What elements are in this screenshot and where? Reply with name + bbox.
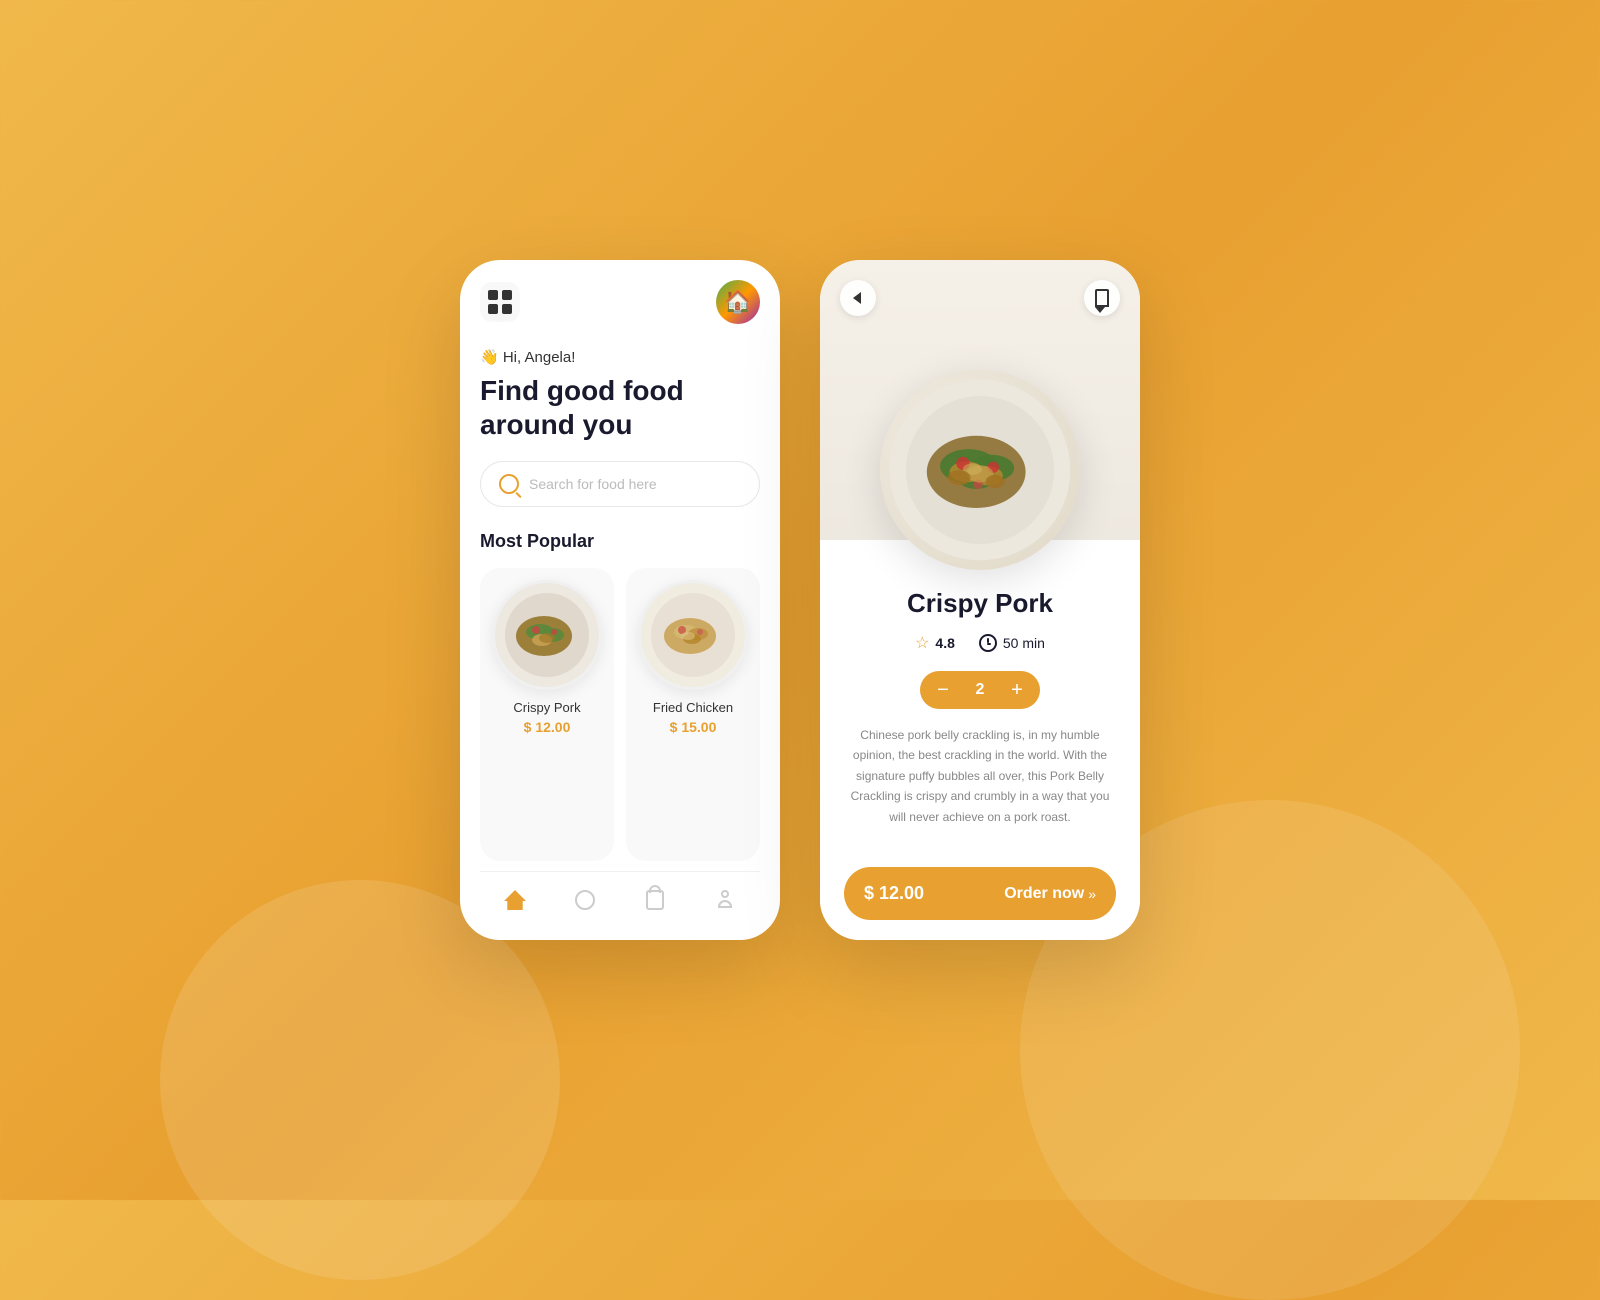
headline-text: Find good foodaround you [480,374,760,441]
bookmark-button[interactable] [1084,280,1120,316]
nav-profile[interactable] [705,884,745,916]
nav-bag[interactable] [635,884,675,916]
phone-1-header: 🏠 [480,280,760,324]
back-button[interactable] [840,280,876,316]
phone-2-top-bar [820,260,1140,316]
bag-shape [646,890,664,910]
profile-icon [713,888,737,912]
nav-home[interactable] [495,884,535,916]
grid-dot-4 [502,304,512,314]
food-plate-2 [638,580,748,690]
food-card-fried-chicken[interactable]: Fried Chicken $ 15.00 [626,568,760,861]
food-name-2: Fried Chicken [653,700,733,715]
food-price-1: $ 12.00 [524,719,571,735]
compass-shape [575,890,595,910]
grid-dot-2 [502,290,512,300]
nav-explore[interactable] [565,884,605,916]
quantity-control: − 2 + [844,671,1116,709]
avatar-emoji: 🏠 [724,289,751,315]
hero-food-plate [880,370,1080,570]
food-plate-1 [492,580,602,690]
home-shape [504,890,526,910]
order-now-label: Order now [1004,885,1084,903]
bag-icon [643,888,667,912]
explore-icon [573,888,597,912]
rating-value: 4.8 [935,635,954,651]
bottom-nav [480,871,760,920]
person-shape [715,890,735,910]
time-value: 50 min [1003,635,1045,651]
greeting-text: 👋 Hi, Angela! [480,348,760,366]
order-arrows-icon: » [1088,886,1096,902]
search-placeholder: Search for food here [529,476,657,492]
grid-dot-3 [488,304,498,314]
dish-name: Crispy Pork [844,588,1116,619]
qty-increase-button[interactable]: + [998,671,1036,709]
dish-meta: ☆ 4.8 50 min [844,633,1116,653]
person-head [721,890,729,898]
dish-rating: ☆ 4.8 [915,633,955,653]
order-price: $ 12.00 [864,883,1004,904]
food-visual-2 [638,580,748,690]
clock-icon [979,634,997,652]
grid-dot-1 [488,290,498,300]
dish-time: 50 min [979,634,1045,652]
star-icon: ☆ [915,633,929,653]
bg-circle-left [160,880,560,1280]
phones-container: 🏠 👋 Hi, Angela! Find good foodaround you… [460,260,1140,940]
food-visual-1 [492,580,602,690]
food-card-crispy-pork[interactable]: Crispy Pork $ 12.00 [480,568,614,861]
avatar[interactable]: 🏠 [716,280,760,324]
food-price-2: $ 15.00 [670,719,717,735]
grid-icon[interactable] [480,282,520,322]
section-title: Most Popular [480,531,760,552]
back-arrow-icon [853,292,861,304]
home-icon [503,888,527,912]
phone-1: 🏠 👋 Hi, Angela! Find good foodaround you… [460,260,780,940]
person-body [718,900,732,908]
hero-food-visual [885,375,1075,565]
phone-2-content: Crispy Pork ☆ 4.8 50 min − 2 + Chinese [820,540,1140,940]
search-icon [499,474,519,494]
qty-wrapper: − 2 + [920,671,1040,709]
qty-value: 2 [962,681,998,699]
qty-decrease-button[interactable]: − [924,671,962,709]
order-bar[interactable]: $ 12.00 Order now » [844,867,1116,920]
phone-2-hero [820,260,1140,540]
search-bar[interactable]: Search for food here [480,461,760,507]
food-cards: Crispy Pork $ 12.00 [480,568,760,861]
phone-2: Crispy Pork ☆ 4.8 50 min − 2 + Chinese [820,260,1140,940]
food-name-1: Crispy Pork [513,700,580,715]
dish-description: Chinese pork belly crackling is, in my h… [844,725,1116,851]
bookmark-icon [1095,289,1109,307]
